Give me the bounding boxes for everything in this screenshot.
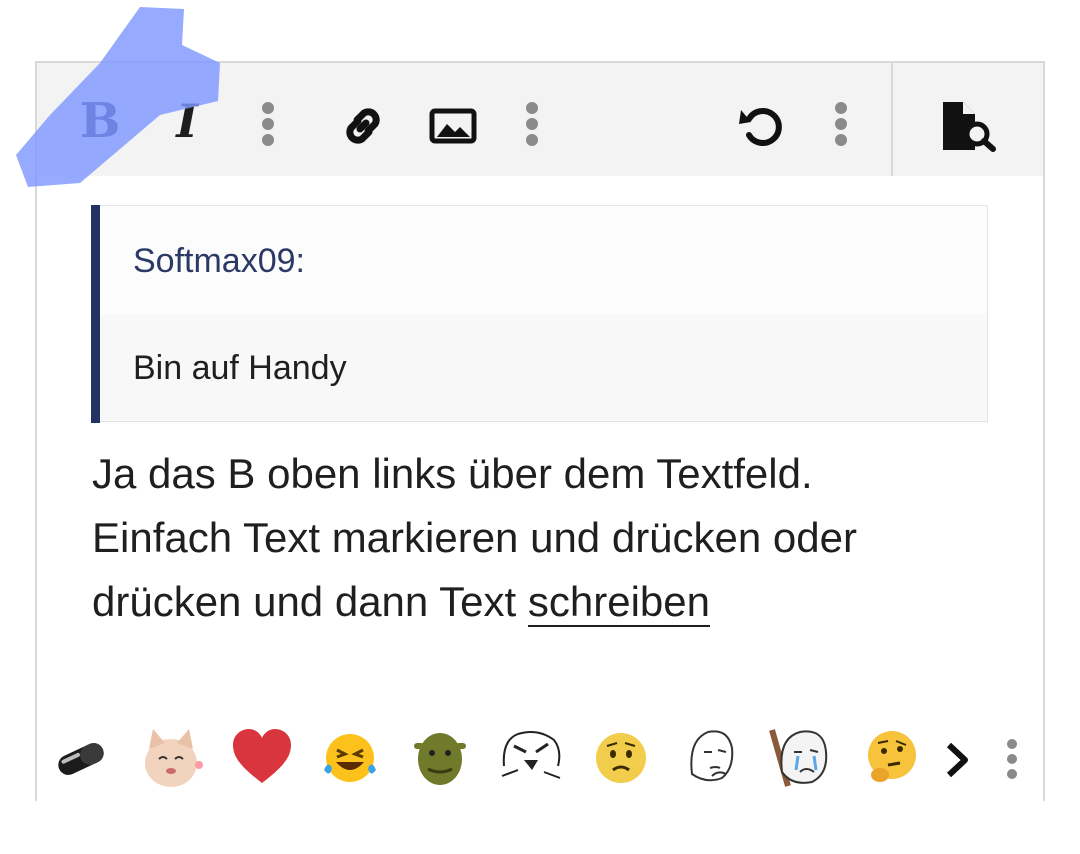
smiley-shrek[interactable] (410, 725, 470, 787)
smiley-worried-face[interactable] (592, 730, 650, 786)
more-vert-icon (835, 102, 847, 146)
worried-face-icon (596, 733, 646, 783)
smiley-bar (77, 778, 1077, 854)
more-vert-icon (262, 102, 274, 146)
message-line: Einfach Text markieren und drücken oder (92, 514, 857, 561)
more-vert-icon (1007, 739, 1017, 779)
message-text[interactable]: Ja das B oben links über dem Textfeld. E… (92, 442, 992, 634)
smiley-bar-more-button[interactable] (998, 734, 1026, 784)
insert-image-button[interactable] (427, 103, 479, 149)
bold-icon: B (79, 93, 121, 149)
quote-header: Softmax09: (100, 206, 987, 314)
message-line: Ja das B oben links über dem Textfeld. (92, 450, 813, 497)
quote-bar (91, 205, 100, 423)
wojak-thinking-icon (690, 730, 734, 782)
message-line: drücken und dann Text schreiben (92, 570, 992, 634)
pill-icon (58, 743, 104, 775)
spellcheck-underlined-word[interactable]: schreiben (527, 578, 710, 627)
chevron-right-icon (946, 742, 968, 778)
message-line-prefix: drücken und dann Text (92, 578, 528, 625)
smiley-thinking-face[interactable] (862, 729, 920, 787)
smiley-cat[interactable] (138, 727, 204, 789)
bold-button[interactable]: B (75, 93, 125, 149)
italic-icon: I (176, 94, 198, 148)
smiley-bar-next-button[interactable] (936, 736, 976, 784)
cat-icon (145, 729, 203, 787)
more-text-options-button[interactable] (248, 99, 288, 149)
preview-button[interactable] (935, 99, 999, 153)
undo-button[interactable] (735, 100, 787, 152)
shrek-icon (414, 733, 466, 785)
italic-button[interactable]: I (162, 93, 212, 149)
more-actions-button[interactable] (821, 99, 861, 149)
more-vert-icon (526, 102, 538, 146)
smiley-crying-wojak[interactable] (768, 722, 832, 788)
more-insert-options-button[interactable] (512, 99, 552, 149)
message-editor: B I (35, 61, 1045, 801)
smiley-pill[interactable] (52, 737, 110, 781)
file-preview-icon (943, 102, 996, 152)
smiley-wojak-thinking[interactable] (682, 724, 740, 784)
smiley-laughing-crying[interactable] (322, 730, 378, 786)
smiley-heart[interactable] (230, 728, 294, 786)
link-icon (346, 108, 380, 144)
quote-block: Softmax09: Bin auf Handy (91, 205, 988, 423)
quote-text: Bin auf Handy (133, 349, 347, 387)
crying-wojak-icon (769, 729, 828, 787)
image-icon (429, 108, 477, 144)
thinking-face-icon (868, 731, 916, 782)
toolbar-divider (891, 63, 893, 176)
insert-link-button[interactable] (337, 100, 389, 152)
quote-author[interactable]: Softmax09: (133, 242, 305, 281)
heart-icon (233, 729, 291, 783)
smiley-rage-face[interactable] (498, 726, 564, 782)
undo-icon (739, 108, 782, 146)
laughing-crying-face-icon (324, 734, 376, 782)
editor-toolbar: B I (37, 63, 1043, 176)
rage-face-icon (501, 731, 561, 779)
